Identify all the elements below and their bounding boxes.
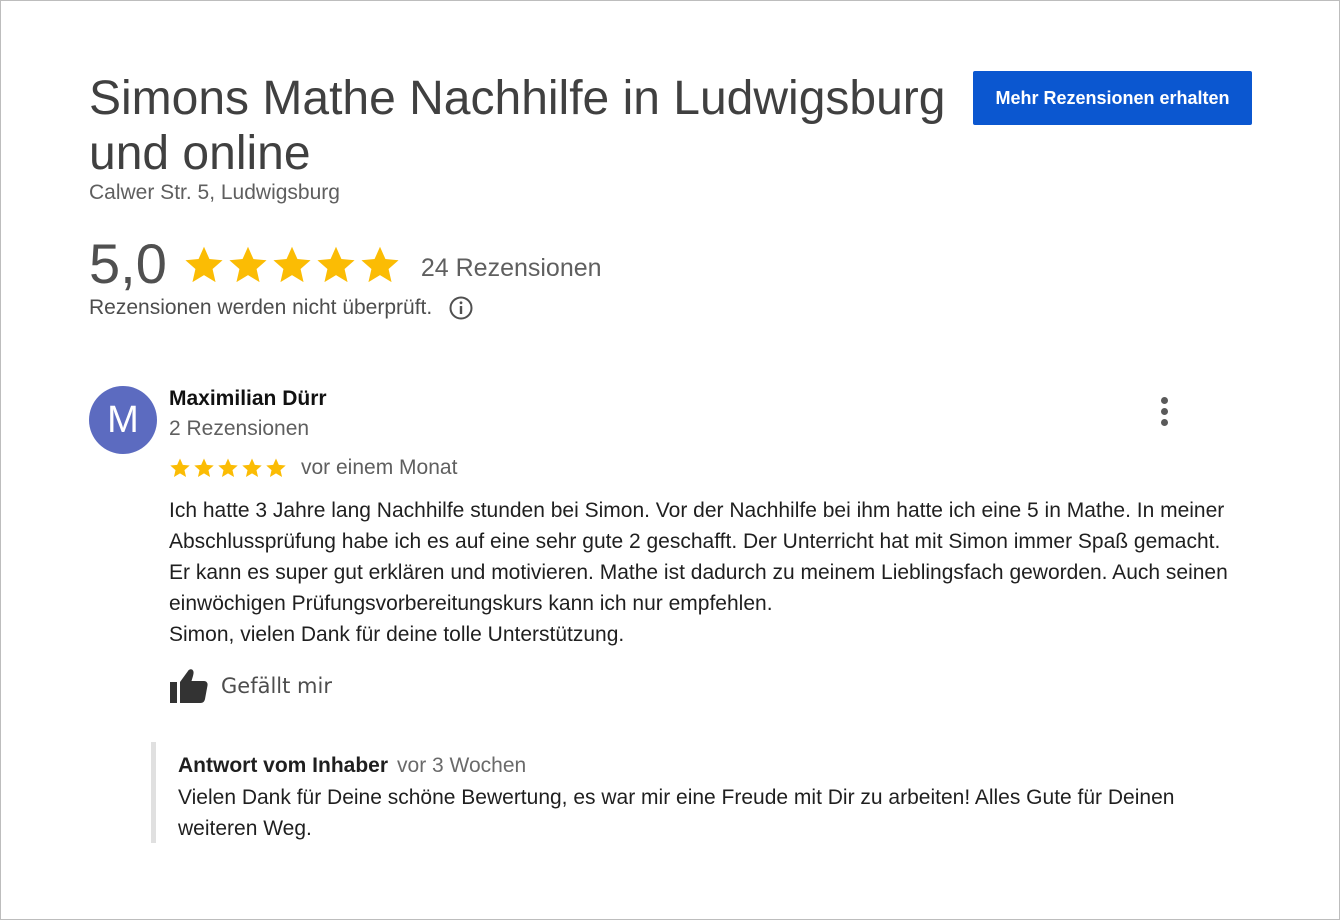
more-options-button[interactable] xyxy=(1149,394,1179,428)
avatar[interactable]: M xyxy=(89,386,157,454)
rating-score: 5,0 xyxy=(89,232,167,295)
verification-notice-text: Rezensionen werden nicht überprüft. xyxy=(89,296,433,319)
star-icon xyxy=(361,246,399,283)
owner-reply-date: vor 3 Wochen xyxy=(397,754,527,777)
star-icon xyxy=(317,246,355,283)
get-more-reviews-button[interactable]: Mehr Rezensionen erhalten xyxy=(973,71,1252,125)
more-vertical-icon-dot xyxy=(1160,418,1168,426)
verification-notice: Rezensionen werden nicht überprüft. xyxy=(89,295,474,321)
rating-summary: 5,0 24 Rezensionen xyxy=(89,229,602,299)
star-icon xyxy=(218,458,238,477)
like-button[interactable]: Gefällt mir xyxy=(169,667,332,705)
review-stars xyxy=(169,457,287,479)
more-vertical-icon xyxy=(1160,396,1168,404)
review-text: Ich hatte 3 Jahre lang Nachhilfe stunden… xyxy=(169,495,1229,650)
star-icon xyxy=(194,458,214,477)
star-icon xyxy=(229,246,267,283)
owner-reply-text: Vielen Dank für Deine schöne Bewertung, … xyxy=(178,786,1175,840)
owner-reply: Antwort vom Inhaber vor 3 Wochen Vielen … xyxy=(151,742,1206,843)
owner-reply-header: Antwort vom Inhaber vor 3 Wochen xyxy=(178,754,526,778)
avatar-letter: M xyxy=(107,398,139,441)
reviewer-name[interactable]: Maximilian Dürr xyxy=(169,387,327,411)
like-label: Gefällt mir xyxy=(221,674,332,698)
star-icon xyxy=(273,246,311,283)
reviewer-review-count: 2 Rezensionen xyxy=(169,417,310,440)
review-count-link[interactable]: 24 Rezensionen xyxy=(421,254,602,283)
review-rating: vor einem Monat xyxy=(169,456,457,480)
thumbs-up-icon xyxy=(170,669,208,703)
business-title: Simons Mathe Nachhilfe in Ludwigsburg un… xyxy=(89,72,946,180)
owner-reply-title: Antwort vom Inhaber xyxy=(178,754,389,777)
star-icon xyxy=(242,458,262,477)
rating-stars xyxy=(183,244,401,286)
info-circle-icon[interactable] xyxy=(448,295,474,321)
business-address: Calwer Str. 5, Ludwigsburg xyxy=(89,181,340,204)
review-paragraph: Ich hatte 3 Jahre lang Nachhilfe stunden… xyxy=(169,499,1228,615)
star-icon xyxy=(185,246,223,283)
review-paragraph: Simon, vielen Dank für deine tolle Unter… xyxy=(169,623,625,646)
more-vertical-icon-dot xyxy=(1160,407,1168,415)
review-dialog: Simons Mathe Nachhilfe in Ludwigsburg un… xyxy=(0,0,1340,920)
review-date: vor einem Monat xyxy=(301,456,458,479)
star-icon xyxy=(170,458,190,477)
star-icon xyxy=(266,458,286,477)
